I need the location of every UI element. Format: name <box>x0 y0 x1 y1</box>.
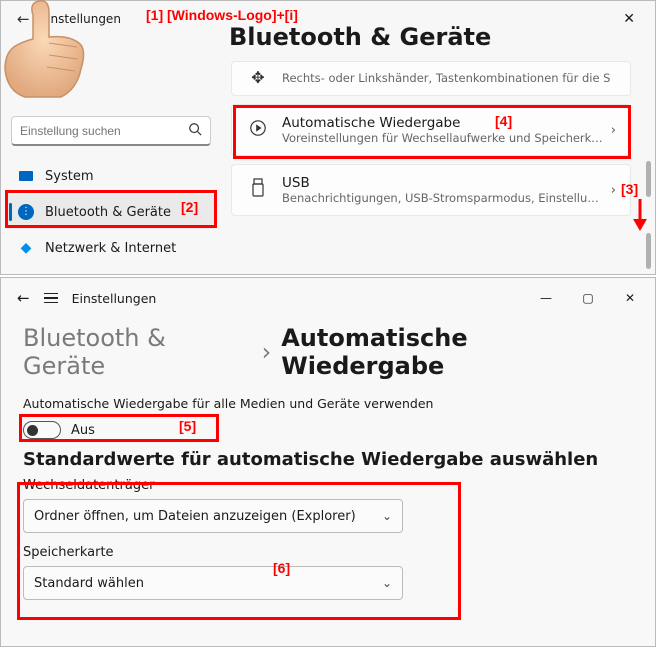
card-title: Automatische Wiedergabe <box>282 115 605 131</box>
card-previous-item[interactable]: ✥ Rechts- oder Linkshänder, Tastenkombin… <box>231 61 631 96</box>
breadcrumb: Bluetooth & Geräte › Automatische Wieder… <box>1 318 655 394</box>
toggle-switch[interactable] <box>23 421 61 439</box>
search-icon <box>188 122 202 140</box>
select-value: Ordner öffnen, um Dateien anzuzeigen (Ex… <box>34 509 356 524</box>
chevron-down-icon: ⌄ <box>382 576 392 590</box>
monitor-icon <box>17 167 35 185</box>
bluetooth-icon: ⋮ <box>17 203 35 221</box>
autoplay-master-toggle-row: Aus <box>1 419 655 441</box>
memory-card-select[interactable]: Standard wählen ⌄ <box>23 566 403 600</box>
settings-window-bottom: ← Einstellungen — ▢ ✕ Bluetooth & Geräte… <box>0 277 656 647</box>
sidebar-item-system[interactable]: System <box>7 159 217 193</box>
setting-description: Automatische Wiedergabe für alle Medien … <box>1 394 655 419</box>
card-sub: Rechts- oder Linkshänder, Tastenkombinat… <box>282 71 616 85</box>
search-input-wrap[interactable] <box>11 116 211 146</box>
menu-button[interactable] <box>44 293 58 304</box>
card-body: Rechts- oder Linkshänder, Tastenkombinat… <box>282 71 616 85</box>
chevron-right-icon: › <box>262 338 272 366</box>
field-label: Wechseldatenträger <box>23 478 633 493</box>
close-button[interactable]: ✕ <box>613 5 645 33</box>
annotation-arrow-3 <box>631 197 649 231</box>
autoplay-icon <box>246 119 270 141</box>
content-pane: ✥ Rechts- oder Linkshänder, Tastenkombin… <box>231 61 631 224</box>
card-autoplay[interactable]: Automatische Wiedergabe Voreinstellungen… <box>231 104 631 156</box>
settings-window-top: ← Einstellungen ✕ Bluetooth & Geräte Sys… <box>0 0 656 275</box>
sidebar-item-bluetooth[interactable]: ⋮ Bluetooth & Geräte <box>7 195 217 229</box>
minimize-button[interactable]: — <box>529 284 563 312</box>
chevron-right-icon: › <box>611 123 616 138</box>
card-body: USB Benachrichtigungen, USB-Stromsparmod… <box>282 175 605 205</box>
select-value: Standard wählen <box>34 576 144 591</box>
back-button[interactable]: ← <box>11 6 36 32</box>
sidebar: System ⋮ Bluetooth & Geräte ◆ Netzwerk &… <box>7 159 217 267</box>
field-label: Speicherkarte <box>23 545 633 560</box>
section-heading: Standardwerte für automatische Wiedergab… <box>1 441 655 472</box>
maximize-button[interactable]: ▢ <box>571 284 605 312</box>
scrollbar-thumb[interactable] <box>646 161 651 197</box>
breadcrumb-parent[interactable]: Bluetooth & Geräte <box>23 324 252 380</box>
sidebar-item-network[interactable]: ◆ Netzwerk & Internet <box>7 231 217 265</box>
titlebar: ← Einstellungen — ▢ ✕ <box>1 278 655 318</box>
removable-drive-select[interactable]: Ordner öffnen, um Dateien anzuzeigen (Ex… <box>23 499 403 533</box>
sidebar-item-label: System <box>45 169 93 184</box>
page-title: Bluetooth & Geräte <box>229 23 491 51</box>
card-body: Automatische Wiedergabe Voreinstellungen… <box>282 115 605 145</box>
close-button[interactable]: ✕ <box>613 284 647 312</box>
back-button[interactable]: ← <box>17 289 30 307</box>
card-sub: Voreinstellungen für Wechsellaufwerke un… <box>282 131 605 145</box>
window-title: Einstellungen <box>72 291 157 306</box>
card-usb[interactable]: USB Benachrichtigungen, USB-Stromsparmod… <box>231 164 631 216</box>
window-title: Einstellungen <box>40 12 121 26</box>
sidebar-item-label: Bluetooth & Geräte <box>45 205 171 220</box>
search-input[interactable] <box>20 124 188 138</box>
usb-icon <box>246 178 270 202</box>
memory-card-field: Speicherkarte Standard wählen ⌄ <box>1 539 655 606</box>
breadcrumb-current: Automatische Wiedergabe <box>281 324 633 380</box>
card-sub: Benachrichtigungen, USB-Stromsparmodus, … <box>282 191 605 205</box>
chevron-down-icon: ⌄ <box>382 509 392 523</box>
chevron-right-icon: › <box>611 183 616 198</box>
removable-drive-field: Wechseldatenträger Ordner öffnen, um Dat… <box>1 472 655 539</box>
card-title: USB <box>282 175 605 191</box>
wifi-icon: ◆ <box>17 239 35 257</box>
scrollbar-thumb[interactable] <box>646 233 651 269</box>
sidebar-item-label: Netzwerk & Internet <box>45 241 176 256</box>
toggle-state-label: Aus <box>71 423 95 438</box>
touch-icon: ✥ <box>246 68 270 87</box>
